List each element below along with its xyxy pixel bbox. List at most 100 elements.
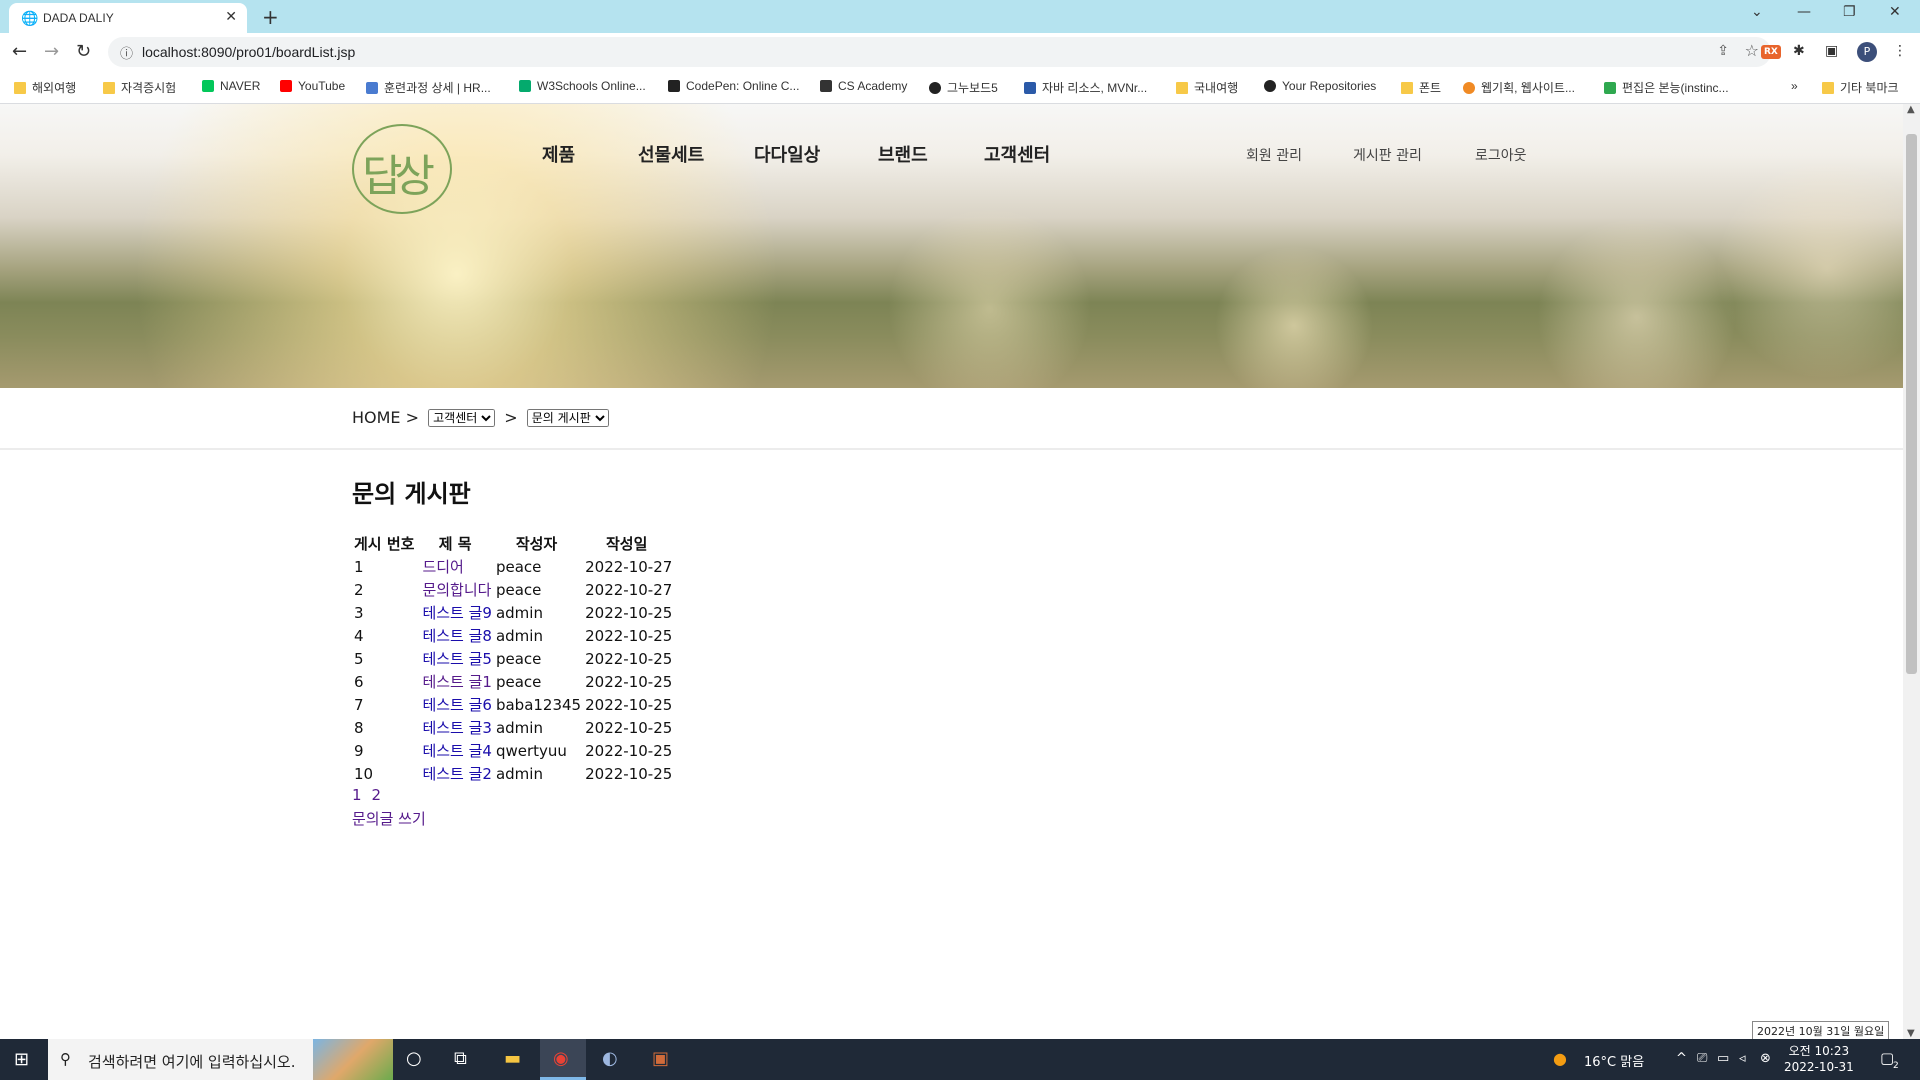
table-row: 5 테스트 글5 peace 2022-10-25: [352, 647, 674, 670]
post-title-link[interactable]: 테스트 글1: [422, 673, 492, 691]
restore-button[interactable]: ❐: [1843, 4, 1856, 20]
page-link-1[interactable]: 1: [352, 786, 362, 804]
eclipse-icon: ◐: [602, 1048, 618, 1069]
share-icon[interactable]: ⇪: [1717, 43, 1729, 59]
clock-date: 2022-10-31: [1784, 1060, 1854, 1074]
taskbar-app-explorer[interactable]: ▬: [490, 1039, 536, 1080]
taskbar-search[interactable]: ⚲ 검색하려면 여기에 입력하십시오.: [48, 1039, 393, 1080]
post-title-link[interactable]: 드디어: [422, 558, 463, 576]
nav-item-daily[interactable]: 다다일상: [754, 141, 820, 167]
member-admin-link[interactable]: 회원 관리: [1246, 145, 1302, 165]
bookmark-item[interactable]: 자격증시험: [103, 79, 176, 96]
bookmark-item[interactable]: 기타 북마크: [1822, 79, 1899, 96]
profile-avatar[interactable]: P: [1857, 42, 1877, 62]
globe-icon: 🌐: [21, 11, 39, 27]
bookmark-item[interactable]: 편집은 본능(instinc...: [1604, 79, 1729, 96]
bookmark-item[interactable]: CodePen: Online C...: [668, 79, 799, 93]
minimize-button[interactable]: —: [1797, 4, 1811, 20]
page-scrollbar[interactable]: ▲ ▼: [1903, 104, 1920, 1039]
tab-title: DADA DALIY: [43, 11, 114, 25]
column-header-author: 작성자: [515, 535, 558, 553]
taskbar-app-server[interactable]: ▣: [638, 1039, 684, 1080]
logout-link[interactable]: 로그아웃: [1475, 145, 1527, 165]
taskbar-app-chrome[interactable]: ◉: [540, 1039, 586, 1080]
post-number: 7: [354, 695, 364, 714]
breadcrumb-home[interactable]: HOME: [352, 408, 401, 427]
scroll-up-icon[interactable]: ▲: [1907, 104, 1915, 115]
network-icon[interactable]: ▭: [1717, 1051, 1729, 1066]
volume-icon[interactable]: ◃: [1739, 1051, 1746, 1066]
codepen-icon: [668, 80, 680, 92]
new-tab-button[interactable]: +: [262, 5, 279, 29]
site-logo[interactable]: 답상: [352, 124, 452, 214]
camera-icon[interactable]: ⎚: [1697, 1051, 1707, 1066]
post-title-link[interactable]: 테스트 글6: [422, 696, 492, 714]
clock[interactable]: 오전 10:23 2022-10-31: [1784, 1043, 1854, 1075]
bookmark-item[interactable]: 그누보드5: [929, 79, 998, 96]
bookmarks-overflow-icon[interactable]: »: [1791, 79, 1798, 93]
tab-search-icon[interactable]: ⌄: [1751, 4, 1763, 20]
close-tab-icon[interactable]: ✕: [225, 9, 237, 25]
post-author: qwertyuu: [495, 741, 567, 760]
extensions-puzzle-icon[interactable]: ✱: [1793, 43, 1805, 59]
weather-text[interactable]: 16°C 맑음: [1584, 1051, 1644, 1070]
post-title-link[interactable]: 테스트 글3: [422, 719, 492, 737]
post-title-link[interactable]: 테스트 글5: [422, 650, 492, 668]
windows-start-icon[interactable]: ⊞: [14, 1049, 29, 1070]
bookmark-item[interactable]: W3Schools Online...: [519, 79, 646, 93]
browser-tab[interactable]: 🌐 DADA DALIY ✕: [9, 3, 247, 33]
search-highlight-image: [313, 1039, 393, 1080]
task-view-icon[interactable]: ⧉: [454, 1048, 467, 1069]
nav-item-gift-sets[interactable]: 선물세트: [638, 141, 704, 167]
extension-rx-icon[interactable]: RX: [1761, 45, 1781, 59]
page-link-2[interactable]: 2: [372, 786, 382, 804]
scroll-down-icon[interactable]: ▼: [1907, 1028, 1915, 1039]
bookmark-item[interactable]: YouTube: [280, 79, 345, 93]
ime-icon[interactable]: ⊗: [1760, 1051, 1771, 1066]
bookmark-item[interactable]: CS Academy: [820, 79, 907, 93]
search-icon: ⚲: [60, 1050, 71, 1068]
reload-icon[interactable]: ↻: [76, 41, 91, 62]
forward-icon[interactable]: →: [44, 41, 59, 62]
weather-icon[interactable]: ●: [1553, 1049, 1567, 1068]
bookmark-star-icon[interactable]: ☆: [1745, 41, 1759, 60]
bookmark-item[interactable]: 폰트: [1401, 79, 1441, 96]
address-bar[interactable]: ⓘ localhost:8090/pro01/boardList.jsp ⇪ ☆: [108, 37, 1771, 67]
bookmark-item[interactable]: 웹기획, 웹사이트...: [1463, 79, 1575, 96]
bookmark-item[interactable]: 해외여행: [14, 79, 76, 96]
cortana-icon[interactable]: ○: [406, 1048, 422, 1069]
write-post-link[interactable]: 문의글 쓰기: [352, 808, 426, 829]
taskbar-app-eclipse[interactable]: ◐: [588, 1039, 634, 1080]
nav-item-products[interactable]: 제품: [542, 141, 575, 167]
taskbar: ⊞ ⚲ 검색하려면 여기에 입력하십시오. ○ ⧉ ▬ ◉ ◐ ▣ ● 16°C…: [0, 1039, 1920, 1080]
close-window-button[interactable]: ✕: [1889, 4, 1901, 20]
hrd-icon: [366, 82, 378, 94]
bookmark-item[interactable]: 훈련과정 상세 | HR...: [366, 79, 491, 96]
post-title-link[interactable]: 문의합니다: [422, 581, 491, 599]
nav-item-customer-center[interactable]: 고객센터: [984, 141, 1050, 167]
bookmark-item[interactable]: 국내여행: [1176, 79, 1238, 96]
post-title-link[interactable]: 테스트 글2: [422, 765, 492, 783]
back-icon[interactable]: ←: [12, 41, 27, 62]
url-text[interactable]: localhost:8090/pro01/boardList.jsp: [142, 44, 355, 60]
w3schools-icon: [519, 80, 531, 92]
board-select[interactable]: 문의 게시판: [526, 409, 609, 427]
menu-kebab-icon[interactable]: ⋮: [1893, 43, 1907, 59]
post-author: admin: [495, 603, 543, 622]
info-icon[interactable]: ⓘ: [120, 43, 133, 62]
page-viewport: 답상 제품 선물세트 다다일상 브랜드 고객센터 회원 관리 게시판 관리 로그…: [0, 104, 1903, 1039]
post-date: 2022-10-25: [585, 672, 673, 691]
scrollbar-thumb[interactable]: [1906, 134, 1917, 674]
tray-overflow-icon[interactable]: ^: [1676, 1051, 1687, 1066]
board-admin-link[interactable]: 게시판 관리: [1353, 145, 1422, 165]
table-row: 10 테스트 글2 admin 2022-10-25: [352, 762, 674, 785]
post-title-link[interactable]: 테스트 글4: [422, 742, 492, 760]
post-title-link[interactable]: 테스트 글9: [422, 604, 492, 622]
bookmark-item[interactable]: Your Repositories: [1264, 79, 1376, 93]
category-select[interactable]: 고객센터: [428, 409, 496, 427]
post-title-link[interactable]: 테스트 글8: [422, 627, 492, 645]
nav-item-brand[interactable]: 브랜드: [878, 141, 928, 167]
bookmark-item[interactable]: NAVER: [202, 79, 260, 93]
side-panel-icon[interactable]: ▣: [1825, 43, 1838, 59]
bookmark-item[interactable]: 자바 리소스, MVNr...: [1024, 79, 1147, 96]
